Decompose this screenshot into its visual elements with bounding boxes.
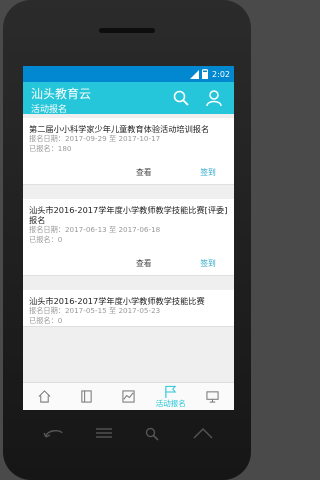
back-key-icon[interactable] bbox=[43, 427, 65, 439]
nav-label-activity: 活动报名 bbox=[155, 398, 186, 408]
battery-icon bbox=[202, 69, 209, 79]
nav-item-monitor[interactable] bbox=[192, 383, 234, 410]
activity-title: 第二届小小科学家少年儿童教育体验活动培训报名 bbox=[29, 124, 210, 134]
status-bar: 2:02 bbox=[23, 66, 234, 82]
signin-button[interactable]: 签到 bbox=[188, 258, 228, 269]
flag-icon bbox=[165, 385, 177, 398]
activity-title: 汕头市2016-2017学年度小学教师教学技能比赛[评委]报名 bbox=[29, 205, 228, 225]
screen: 2:02 汕头教育云 活动报名 第二届小小科学家少年儿童教育体验活动培训报名 报… bbox=[23, 66, 234, 410]
activity-date: 报名日期：2017-05-15 至 2017-05-23 bbox=[29, 306, 161, 315]
activity-actions: 查看 签到 bbox=[29, 160, 228, 184]
signal-icon bbox=[190, 69, 200, 79]
activity-count: 已报名：0 bbox=[29, 235, 63, 244]
activity-date: 报名日期：2017-09-29 至 2017-10-17 bbox=[29, 134, 161, 143]
home-key-icon[interactable] bbox=[193, 427, 213, 439]
user-icon[interactable] bbox=[206, 90, 222, 106]
activity-count: 已报名：180 bbox=[29, 144, 72, 153]
app-title: 汕头教育云 bbox=[31, 87, 92, 101]
view-button[interactable]: 查看 bbox=[136, 167, 188, 178]
activity-card[interactable]: 汕头市2016-2017学年度小学教师教学技能比赛 报名日期：2017-05-1… bbox=[23, 290, 234, 327]
activity-list: 第二届小小科学家少年儿童教育体验活动培训报名 报名日期：2017-09-29 至… bbox=[23, 114, 234, 382]
menu-key-icon[interactable] bbox=[95, 427, 113, 439]
view-button[interactable]: 查看 bbox=[136, 258, 188, 269]
home-icon bbox=[38, 390, 51, 403]
activity-card[interactable]: 第二届小小科学家少年儿童教育体验活动培训报名 报名日期：2017-09-29 至… bbox=[23, 118, 234, 185]
search-icon[interactable] bbox=[173, 90, 189, 106]
search-key-icon[interactable] bbox=[145, 427, 159, 441]
activity-date: 报名日期：2017-06-13 至 2017-06-18 bbox=[29, 225, 161, 234]
hardware-keys bbox=[3, 425, 251, 445]
nav-item-chart[interactable] bbox=[107, 383, 149, 410]
monitor-icon bbox=[206, 391, 219, 403]
bottom-nav: 活动报名 bbox=[23, 382, 234, 410]
nav-item-activity[interactable]: 活动报名 bbox=[150, 383, 192, 410]
phone-frame: 2:02 汕头教育云 活动报名 第二届小小科学家少年儿童教育体验活动培训报名 报… bbox=[3, 0, 251, 480]
activity-count: 已报名：0 bbox=[29, 316, 63, 325]
book-icon bbox=[81, 390, 92, 403]
phone-speaker bbox=[99, 28, 155, 33]
status-time: 2:02 bbox=[212, 69, 230, 79]
app-bar: 汕头教育云 活动报名 bbox=[23, 82, 234, 115]
activity-card[interactable]: 汕头市2016-2017学年度小学教师教学技能比赛[评委]报名 报名日期：201… bbox=[23, 199, 234, 276]
nav-item-book[interactable] bbox=[65, 383, 107, 410]
activity-title: 汕头市2016-2017学年度小学教师教学技能比赛 bbox=[29, 296, 205, 306]
activity-actions: 查看 签到 bbox=[29, 251, 228, 275]
chart-icon bbox=[122, 390, 135, 403]
nav-item-home[interactable] bbox=[23, 383, 65, 410]
signin-button[interactable]: 签到 bbox=[188, 167, 228, 178]
